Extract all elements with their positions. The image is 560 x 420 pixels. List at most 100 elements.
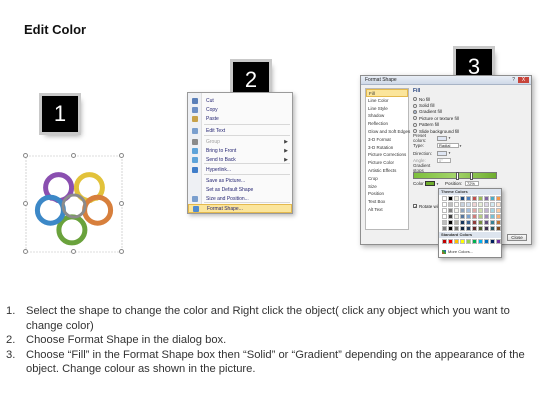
color-swatch[interactable] [478, 239, 483, 244]
menu-item-hyperlink[interactable]: Hyperlink... [188, 165, 292, 174]
selection-handle[interactable] [23, 201, 28, 206]
color-swatch[interactable] [442, 239, 447, 244]
menu-item-save-as-picture[interactable]: Save as Picture... [188, 176, 292, 185]
selection-handle[interactable] [71, 249, 76, 254]
color-swatch[interactable] [472, 214, 477, 219]
rotate-checkbox[interactable]: ✓ [413, 204, 417, 209]
nav-item-size[interactable]: Size [366, 183, 408, 191]
color-swatch[interactable] [478, 208, 483, 213]
nav-item-3-d-rotation[interactable]: 3-D Rotation [366, 144, 408, 152]
menu-item-copy[interactable]: Copy [188, 105, 292, 114]
color-swatch[interactable] [490, 220, 495, 225]
color-swatch[interactable] [466, 239, 471, 244]
radio-button[interactable] [413, 109, 417, 114]
color-swatch[interactable] [442, 202, 447, 207]
color-swatch[interactable] [466, 202, 471, 207]
color-swatch[interactable] [460, 208, 465, 213]
color-swatch[interactable] [466, 220, 471, 225]
color-swatch[interactable] [490, 239, 495, 244]
color-swatch[interactable] [448, 208, 453, 213]
color-swatch[interactable] [478, 220, 483, 225]
color-picker-button[interactable] [425, 181, 435, 187]
color-swatch[interactable] [460, 214, 465, 219]
color-swatch[interactable] [490, 202, 495, 207]
color-swatch[interactable] [454, 239, 459, 244]
color-swatch[interactable] [472, 226, 477, 231]
color-swatch[interactable] [472, 202, 477, 207]
color-swatch[interactable] [448, 239, 453, 244]
color-swatch[interactable] [454, 208, 459, 213]
nav-item-position[interactable]: Position [366, 190, 408, 198]
color-swatch[interactable] [466, 226, 471, 231]
color-swatch[interactable] [454, 214, 459, 219]
color-swatch[interactable] [442, 226, 447, 231]
menu-item-cut[interactable]: Cut [188, 96, 292, 105]
color-swatch[interactable] [454, 196, 459, 201]
color-swatch[interactable] [448, 196, 453, 201]
nav-item-shadow[interactable]: Shadow [366, 112, 408, 120]
color-swatch[interactable] [460, 202, 465, 207]
color-swatch[interactable] [478, 214, 483, 219]
gradient-stop-handle[interactable] [470, 171, 473, 180]
selected-ring-shape[interactable] [20, 150, 128, 260]
color-swatch[interactable] [484, 239, 489, 244]
nav-item-picture-corrections[interactable]: Picture Corrections [366, 151, 408, 159]
color-swatch[interactable] [460, 239, 465, 244]
selection-handle[interactable] [119, 153, 124, 158]
color-swatch[interactable] [466, 196, 471, 201]
help-icon[interactable]: ? [512, 77, 515, 83]
selection-handle[interactable] [23, 153, 28, 158]
radio-button[interactable] [413, 122, 417, 127]
color-swatch[interactable] [484, 220, 489, 225]
type-select[interactable]: Radial [437, 143, 459, 149]
color-swatch[interactable] [496, 239, 501, 244]
menu-item-group[interactable]: Group ▶ [188, 137, 292, 146]
nav-item-reflection[interactable]: Reflection [366, 120, 408, 128]
selection-handle[interactable] [23, 249, 28, 254]
direction-button[interactable] [437, 150, 447, 156]
preset-colors-button[interactable] [437, 135, 447, 141]
nav-item-glow-and-soft-edges[interactable]: Glow and Soft Edges [366, 128, 410, 136]
menu-item-format-shape[interactable]: Format Shape... [188, 204, 292, 213]
color-swatch[interactable] [472, 239, 477, 244]
color-swatch[interactable] [490, 226, 495, 231]
selection-handle[interactable] [119, 249, 124, 254]
radio-button[interactable] [413, 116, 417, 121]
color-swatch[interactable] [460, 220, 465, 225]
color-swatch[interactable] [490, 208, 495, 213]
color-swatch[interactable] [472, 196, 477, 201]
color-swatch[interactable] [496, 208, 501, 213]
color-swatch[interactable] [472, 220, 477, 225]
color-swatch[interactable] [472, 208, 477, 213]
menu-item-set-as-default-shape[interactable]: Set as Default Shape [188, 185, 292, 194]
color-swatch[interactable] [442, 196, 447, 201]
color-swatch[interactable] [448, 226, 453, 231]
selection-handle[interactable] [71, 153, 76, 158]
nav-item-picture-color[interactable]: Picture Color [366, 159, 408, 167]
color-swatch[interactable] [454, 220, 459, 225]
color-swatch[interactable] [496, 196, 501, 201]
more-colors-item[interactable]: More Colors... [442, 249, 473, 254]
nav-item-artistic-effects[interactable]: Artistic Effects [366, 167, 408, 175]
color-swatch[interactable] [454, 226, 459, 231]
color-swatch[interactable] [442, 214, 447, 219]
color-swatch[interactable] [496, 226, 501, 231]
color-swatch[interactable] [484, 208, 489, 213]
color-swatch[interactable] [496, 202, 501, 207]
color-swatch[interactable] [484, 202, 489, 207]
gradient-stop-handle[interactable] [456, 171, 459, 180]
color-swatch[interactable] [490, 214, 495, 219]
color-swatch[interactable] [478, 202, 483, 207]
color-swatch[interactable] [466, 214, 471, 219]
color-swatch[interactable] [460, 226, 465, 231]
color-swatch[interactable] [448, 214, 453, 219]
color-swatch[interactable] [448, 202, 453, 207]
color-swatch[interactable] [484, 226, 489, 231]
angle-input[interactable]: 0° [437, 158, 451, 164]
position-input[interactable]: 72% [464, 181, 479, 187]
color-swatch[interactable] [466, 208, 471, 213]
color-swatch[interactable] [448, 220, 453, 225]
selection-handle[interactable] [119, 201, 124, 206]
menu-item-paste[interactable]: Paste [188, 114, 292, 123]
color-swatch[interactable] [478, 196, 483, 201]
